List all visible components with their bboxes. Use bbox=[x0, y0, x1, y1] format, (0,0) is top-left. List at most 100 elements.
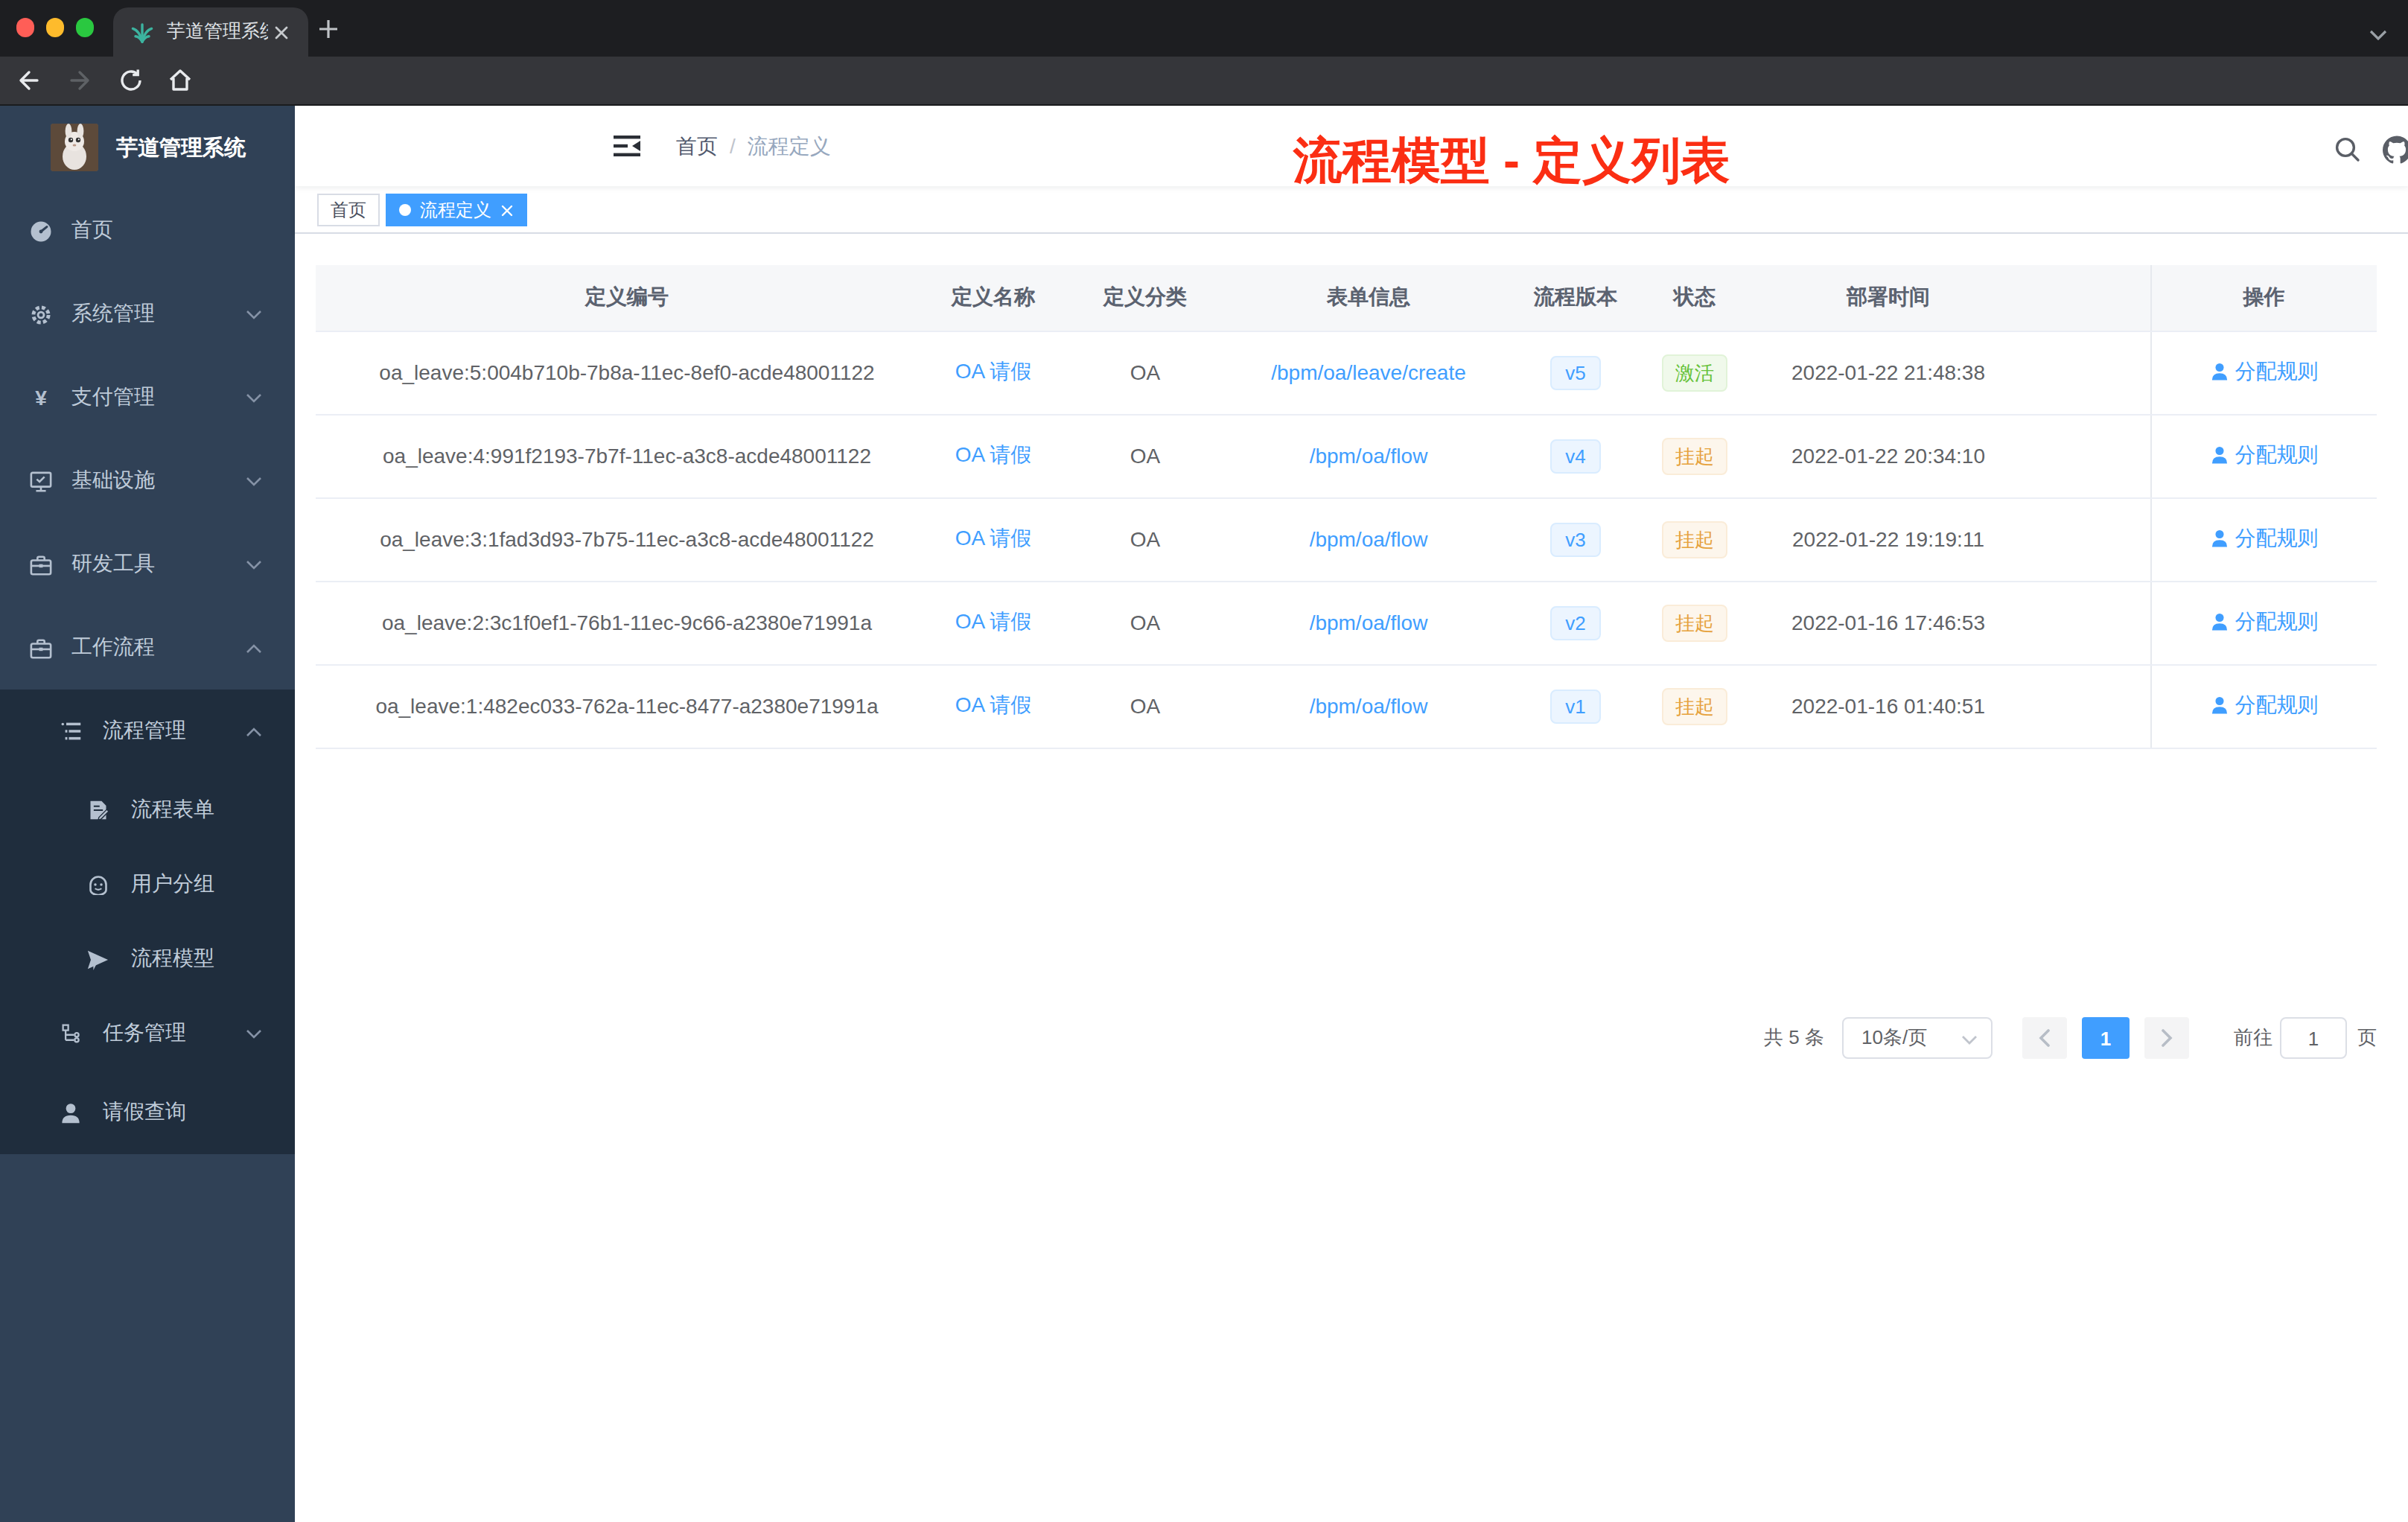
browser-tab[interactable]: 芋道管理系统 bbox=[113, 7, 308, 57]
version-tag: v2 bbox=[1550, 605, 1600, 640]
sidebar-item-payment[interactable]: ¥ 支付管理 bbox=[0, 356, 295, 439]
definition-name-link[interactable]: OA 请假 bbox=[955, 609, 1032, 633]
tag-close-icon[interactable] bbox=[500, 203, 514, 217]
form-link[interactable]: /bpm/oa/flow bbox=[1310, 527, 1428, 551]
back-icon[interactable] bbox=[15, 67, 42, 94]
org-tree-icon bbox=[60, 1023, 81, 1044]
status-tag: 挂起 bbox=[1662, 604, 1727, 641]
breadcrumb-separator: / bbox=[730, 134, 736, 161]
sidebar-item-user-group[interactable]: 用户分组 bbox=[0, 847, 295, 922]
toolbox-icon bbox=[30, 553, 52, 576]
next-page-button[interactable] bbox=[2144, 1017, 2189, 1059]
minimize-window-button[interactable] bbox=[46, 19, 65, 37]
tag-process-definition[interactable]: 流程定义 bbox=[386, 194, 527, 226]
tab-search-chevron-icon[interactable] bbox=[2369, 30, 2387, 40]
new-tab-button[interactable] bbox=[319, 19, 338, 39]
cell-category: OA bbox=[1048, 497, 1242, 581]
col-form-info: 表单信息 bbox=[1242, 265, 1495, 331]
chevron-down-icon bbox=[246, 559, 262, 570]
chevron-down-icon bbox=[246, 392, 262, 403]
chevron-right-icon bbox=[2161, 1029, 2173, 1047]
form-link[interactable]: /bpm/oa/flow bbox=[1310, 444, 1428, 468]
cell-deploy-time: 2022-01-22 19:19:11 bbox=[1733, 497, 2043, 581]
sidebar-item-system[interactable]: 系统管理 bbox=[0, 273, 295, 356]
sidebar-item-home[interactable]: 首页 bbox=[0, 189, 295, 273]
definition-name-link[interactable]: OA 请假 bbox=[955, 692, 1032, 716]
version-tag: v5 bbox=[1550, 355, 1600, 389]
cell-id: oa_leave:3:1fad3d93-7b75-11ec-a3c8-acde4… bbox=[316, 497, 938, 581]
paper-plane-icon bbox=[86, 948, 109, 970]
col-status: 状态 bbox=[1656, 265, 1733, 331]
assign-rule-button[interactable]: 分配规则 bbox=[2210, 359, 2319, 386]
yen-icon: ¥ bbox=[30, 386, 52, 409]
maximize-window-button[interactable] bbox=[76, 19, 95, 37]
sidebar-item-leave-query[interactable]: 请假查询 bbox=[0, 1071, 295, 1154]
cell-deploy-time: 2022-01-22 21:48:38 bbox=[1733, 331, 2043, 414]
assign-rule-button[interactable]: 分配规则 bbox=[2210, 692, 2319, 719]
sidebar-item-process-mgmt[interactable]: 流程管理 bbox=[0, 690, 295, 773]
annotation-title: 流程模型 - 定义列表 bbox=[1266, 128, 1757, 195]
assign-rule-button[interactable]: 分配规则 bbox=[2210, 526, 2319, 553]
tree-list-icon bbox=[60, 721, 81, 742]
dashboard-icon bbox=[30, 220, 52, 242]
browser-tab-strip: 芋道管理系统 bbox=[0, 0, 2408, 57]
browser-toolbar: 不安全 dashboard.yudao.iocoder.cn/bpm/manag… bbox=[0, 57, 2408, 106]
sidebar-item-process-model[interactable]: 流程模型 bbox=[0, 922, 295, 996]
cell-id: oa_leave:2:3c1f0ef1-76b1-11ec-9c66-a2380… bbox=[316, 581, 938, 664]
pagination: 共 5 条 10条/页 1 前往 1 页 bbox=[1764, 1017, 2377, 1059]
col-deploy-time: 部署时间 bbox=[1733, 265, 2043, 331]
logo-row: 芋道管理系统 bbox=[0, 106, 295, 189]
status-tag: 挂起 bbox=[1662, 437, 1727, 474]
sidebar-toggle-icon[interactable] bbox=[614, 134, 640, 158]
goto-label: 前往 bbox=[2234, 1025, 2272, 1051]
reload-icon[interactable] bbox=[118, 67, 144, 94]
sidebar-item-process-form[interactable]: 流程表单 bbox=[0, 773, 295, 847]
table-row: oa_leave:1:482ec033-762a-11ec-8477-a2380… bbox=[316, 664, 2377, 748]
main-content: 定义编号 定义名称 定义分类 表单信息 流程版本 状态 部署时间 操作 oa_l… bbox=[295, 234, 2408, 1522]
sidebar-item-workflow[interactable]: 工作流程 bbox=[0, 606, 295, 690]
col-process-version: 流程版本 bbox=[1495, 265, 1656, 331]
status-tag: 挂起 bbox=[1662, 687, 1727, 725]
goto-page-input[interactable]: 1 bbox=[2280, 1017, 2347, 1059]
table-row: oa_leave:4:991f2193-7b7f-11ec-a3c8-acde4… bbox=[316, 414, 2377, 497]
page-number-current[interactable]: 1 bbox=[2082, 1017, 2130, 1059]
definition-name-link[interactable]: OA 请假 bbox=[955, 442, 1032, 466]
sidebar-item-task-mgmt[interactable]: 任务管理 bbox=[0, 996, 295, 1071]
home-icon[interactable] bbox=[167, 67, 194, 94]
sidebar-item-infra[interactable]: 基础设施 bbox=[0, 439, 295, 523]
tag-home[interactable]: 首页 bbox=[317, 194, 380, 226]
chevron-left-icon bbox=[2039, 1029, 2051, 1047]
search-icon[interactable] bbox=[2334, 136, 2360, 162]
chevron-down-icon bbox=[1961, 1035, 1978, 1045]
status-tag: 激活 bbox=[1662, 354, 1727, 391]
forward-icon[interactable] bbox=[67, 67, 94, 94]
breadcrumb-home[interactable]: 首页 bbox=[676, 134, 718, 161]
table-row: oa_leave:2:3c1f0ef1-76b1-11ec-9c66-a2380… bbox=[316, 581, 2377, 664]
page-size-select[interactable]: 10条/页 bbox=[1842, 1017, 1993, 1059]
user-icon bbox=[2210, 446, 2229, 465]
definition-name-link[interactable]: OA 请假 bbox=[955, 359, 1032, 383]
form-link[interactable]: /bpm/oa/flow bbox=[1310, 694, 1428, 718]
form-link[interactable]: /bpm/oa/flow bbox=[1310, 611, 1428, 634]
status-tag: 挂起 bbox=[1662, 520, 1727, 558]
tab-close-icon[interactable] bbox=[274, 25, 289, 39]
assign-rule-button[interactable]: 分配规则 bbox=[2210, 442, 2319, 469]
breadcrumb: 首页 / 流程定义 bbox=[676, 134, 831, 161]
github-icon[interactable] bbox=[2383, 136, 2408, 164]
definition-name-link[interactable]: OA 请假 bbox=[955, 526, 1032, 550]
sidebar-item-devtools[interactable]: 研发工具 bbox=[0, 523, 295, 606]
close-window-button[interactable] bbox=[16, 19, 35, 37]
col-definition-category: 定义分类 bbox=[1048, 265, 1242, 331]
table-row: oa_leave:5:004b710b-7b8a-11ec-8ef0-acde4… bbox=[316, 331, 2377, 414]
cell-deploy-time: 2022-01-22 20:34:10 bbox=[1733, 414, 2043, 497]
monitor-icon bbox=[30, 470, 52, 492]
pagination-total: 共 5 条 bbox=[1764, 1025, 1824, 1051]
cell-category: OA bbox=[1048, 331, 1242, 414]
prev-page-button[interactable] bbox=[2022, 1017, 2067, 1059]
robot-icon bbox=[87, 874, 108, 895]
assign-rule-button[interactable]: 分配规则 bbox=[2210, 609, 2319, 636]
form-link[interactable]: /bpm/oa/leave/create bbox=[1271, 360, 1466, 384]
definition-table: 定义编号 定义名称 定义分类 表单信息 流程版本 状态 部署时间 操作 oa_l… bbox=[316, 265, 2377, 748]
user-icon bbox=[2210, 613, 2229, 632]
svg-text:¥: ¥ bbox=[35, 386, 47, 409]
